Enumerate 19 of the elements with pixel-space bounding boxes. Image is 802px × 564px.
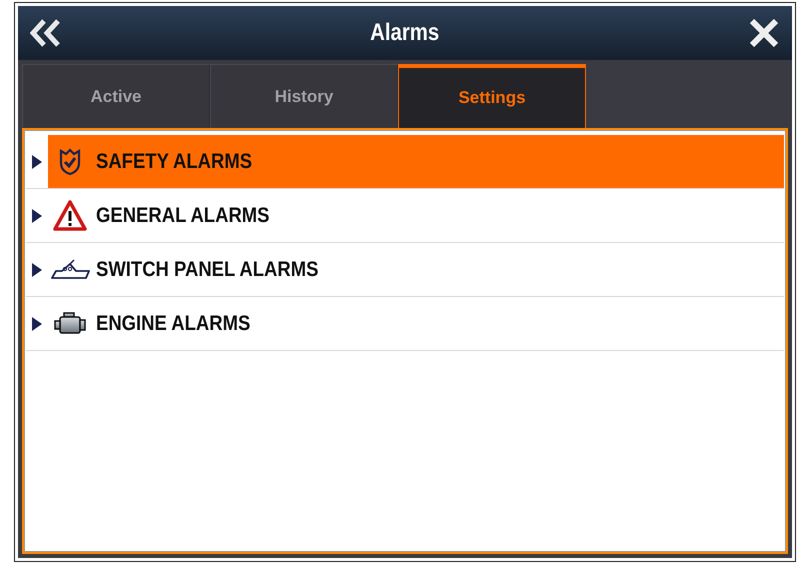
- window-title: Alarms: [370, 19, 440, 47]
- shield-check-icon: [59, 148, 81, 176]
- tab[interactable]: History: [210, 64, 398, 128]
- close-icon: [749, 19, 779, 47]
- warning-icon: [53, 200, 87, 232]
- expand-arrow-icon: [32, 316, 42, 330]
- engine-icon: [54, 312, 86, 336]
- category-label: SAFETY ALARMS: [96, 150, 252, 174]
- double-chevron-left-icon: [30, 19, 62, 47]
- tab[interactable]: Settings: [398, 64, 586, 128]
- category-label: ENGINE ALARMS: [96, 312, 250, 336]
- expand-arrow-icon: [32, 262, 42, 276]
- boat-icon: [50, 258, 90, 280]
- category-label: GENERAL ALARMS: [96, 204, 270, 228]
- category-label: SWITCH PANEL ALARMS: [96, 258, 318, 282]
- expand-arrow-icon: [32, 154, 42, 168]
- tab[interactable]: Active: [22, 64, 210, 128]
- alarm-category-row[interactable]: SAFETY ALARMS: [26, 135, 784, 189]
- expand-arrow-icon: [32, 208, 42, 222]
